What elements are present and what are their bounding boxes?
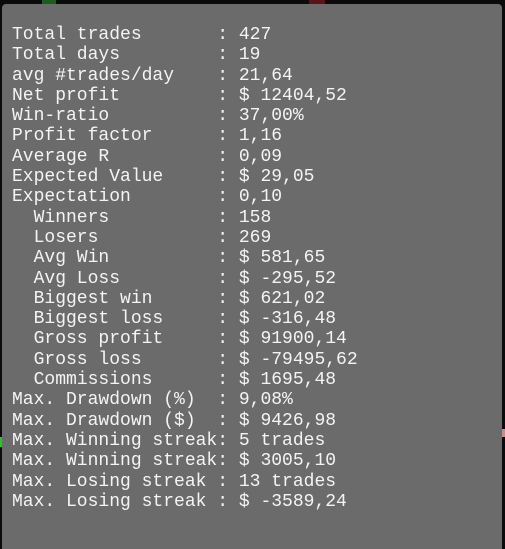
stat-row-commissions: Commissions : $ 1695,48 (12, 370, 502, 390)
stat-separator: : (217, 248, 239, 269)
stat-value: $ 29,05 (238, 167, 315, 188)
stat-row-average-r: Average R : 0,09 (12, 147, 502, 167)
stat-label: Avg Loss (12, 268, 218, 289)
stat-separator: : (217, 207, 239, 228)
stat-separator: : (217, 106, 239, 127)
stat-row-win-ratio: Win-ratio : 37,00% (12, 106, 502, 126)
stat-separator: : (217, 65, 239, 86)
stat-value: 269 (238, 227, 272, 248)
stat-label: Max. Winning streak (12, 430, 218, 451)
stat-label: Max. Drawdown (%) (12, 390, 218, 411)
stat-value: 1,16 (238, 126, 283, 147)
stat-value: $ -79495,62 (238, 349, 358, 370)
stat-value: 5 trades (238, 430, 326, 451)
stat-value: $ -295,52 (238, 268, 337, 289)
stat-value: 13 trades (238, 471, 337, 492)
stat-label: Max. Losing streak (12, 491, 218, 512)
stat-separator: : (217, 146, 239, 167)
stat-label: Expected Value (12, 167, 218, 188)
stat-value: 0,10 (238, 187, 283, 208)
stat-row-max-losing-streak-amount: Max. Losing streak : $ -3589,24 (12, 492, 502, 512)
stat-label: Total trades (12, 25, 218, 45)
stat-label: Total days (12, 45, 218, 66)
stat-label: Win-ratio (12, 106, 218, 127)
stat-row-avg-loss: Avg Loss : $ -295,52 (12, 269, 502, 289)
stat-separator: : (217, 126, 239, 147)
stat-row-expectation: Expectation : 0,10 (12, 187, 502, 207)
stat-value: 9,08% (238, 390, 293, 411)
stat-label: Biggest loss (12, 309, 218, 330)
stat-separator: : (217, 227, 239, 248)
stat-row-biggest-win: Biggest win : $ 621,02 (12, 289, 502, 309)
stat-label: Gross loss (12, 349, 218, 370)
stat-row-max-drawdown-dollar: Max. Drawdown ($) : $ 9426,98 (12, 411, 502, 431)
stat-separator: : (217, 187, 239, 208)
stat-row-max-losing-streak-trades: Max. Losing streak : 13 trades (12, 472, 502, 492)
stat-row-total-days: Total days : 19 (12, 45, 502, 65)
stat-row-gross-profit: Gross profit : $ 91900,14 (12, 329, 502, 349)
stat-label: Commissions (12, 370, 218, 391)
stat-separator: : (217, 491, 239, 512)
stat-label: Winners (12, 207, 218, 228)
stat-value: 21,64 (238, 65, 293, 86)
stat-separator: : (217, 430, 239, 451)
trading-statistics-panel: Total trades : 427 Total days : 19 avg #… (2, 4, 502, 549)
stat-label: Profit factor (12, 126, 218, 147)
stat-row-expected-value: Expected Value : $ 29,05 (12, 167, 502, 187)
stat-value: 37,00% (238, 106, 304, 127)
stat-row-avg-trades-per-day: avg #trades/day : 21,64 (12, 66, 502, 86)
stat-label: Gross profit (12, 329, 218, 350)
stat-separator: : (217, 309, 239, 330)
stat-value: $ -316,48 (238, 309, 337, 330)
stat-separator: : (217, 329, 239, 350)
stat-label: avg #trades/day (12, 65, 218, 86)
stat-label: Max. Winning streak (12, 451, 218, 472)
stat-label: Biggest win (12, 288, 218, 309)
stat-value: $ -3589,24 (238, 491, 347, 512)
stat-separator: : (217, 268, 239, 289)
stat-separator: : (217, 167, 239, 188)
stat-separator: : (217, 410, 239, 431)
stat-row-profit-factor: Profit factor : 1,16 (12, 126, 502, 146)
stats-list: Total trades : 427 Total days : 19 avg #… (12, 25, 502, 512)
stat-row-total-trades: Total trades : 427 (12, 25, 502, 45)
stat-row-winners: Winners : 158 (12, 208, 502, 228)
stat-value: 427 (238, 25, 272, 45)
stat-value: $ 9426,98 (238, 410, 337, 431)
stat-value: $ 581,65 (238, 248, 326, 269)
stat-value: $ 12404,52 (238, 85, 347, 106)
stat-value: $ 621,02 (238, 288, 326, 309)
stat-separator: : (217, 45, 239, 66)
stat-value: $ 91900,14 (238, 329, 347, 350)
stat-label: Avg Win (12, 248, 218, 269)
stat-value: 19 (238, 45, 261, 66)
stat-separator: : (217, 349, 239, 370)
stat-label: Max. Losing streak (12, 471, 218, 492)
stat-row-avg-win: Avg Win : $ 581,65 (12, 248, 502, 268)
stat-label: Net profit (12, 85, 218, 106)
stat-label: Max. Drawdown ($) (12, 410, 218, 431)
stat-label: Expectation (12, 187, 218, 208)
stat-separator: : (217, 390, 239, 411)
stat-separator: : (217, 451, 239, 472)
stat-row-net-profit: Net profit : $ 12404,52 (12, 86, 502, 106)
stat-row-biggest-loss: Biggest loss : $ -316,48 (12, 309, 502, 329)
stat-label: Average R (12, 146, 218, 167)
stat-separator: : (217, 25, 239, 45)
stat-value: 158 (238, 207, 272, 228)
stat-value: 0,09 (238, 146, 283, 167)
stat-row-max-winning-streak-trades: Max. Winning streak: 5 trades (12, 431, 502, 451)
stat-row-max-winning-streak-amount: Max. Winning streak: $ 3005,10 (12, 451, 502, 471)
stat-row-max-drawdown-percent: Max. Drawdown (%) : 9,08% (12, 390, 502, 410)
stat-value: $ 3005,10 (238, 451, 337, 472)
stat-separator: : (217, 85, 239, 106)
stat-separator: : (217, 370, 239, 391)
stat-row-losers: Losers : 269 (12, 228, 502, 248)
stat-separator: : (217, 471, 239, 492)
stat-label: Losers (12, 227, 218, 248)
stat-row-gross-loss: Gross loss : $ -79495,62 (12, 350, 502, 370)
stat-value: $ 1695,48 (238, 370, 337, 391)
stat-separator: : (217, 288, 239, 309)
